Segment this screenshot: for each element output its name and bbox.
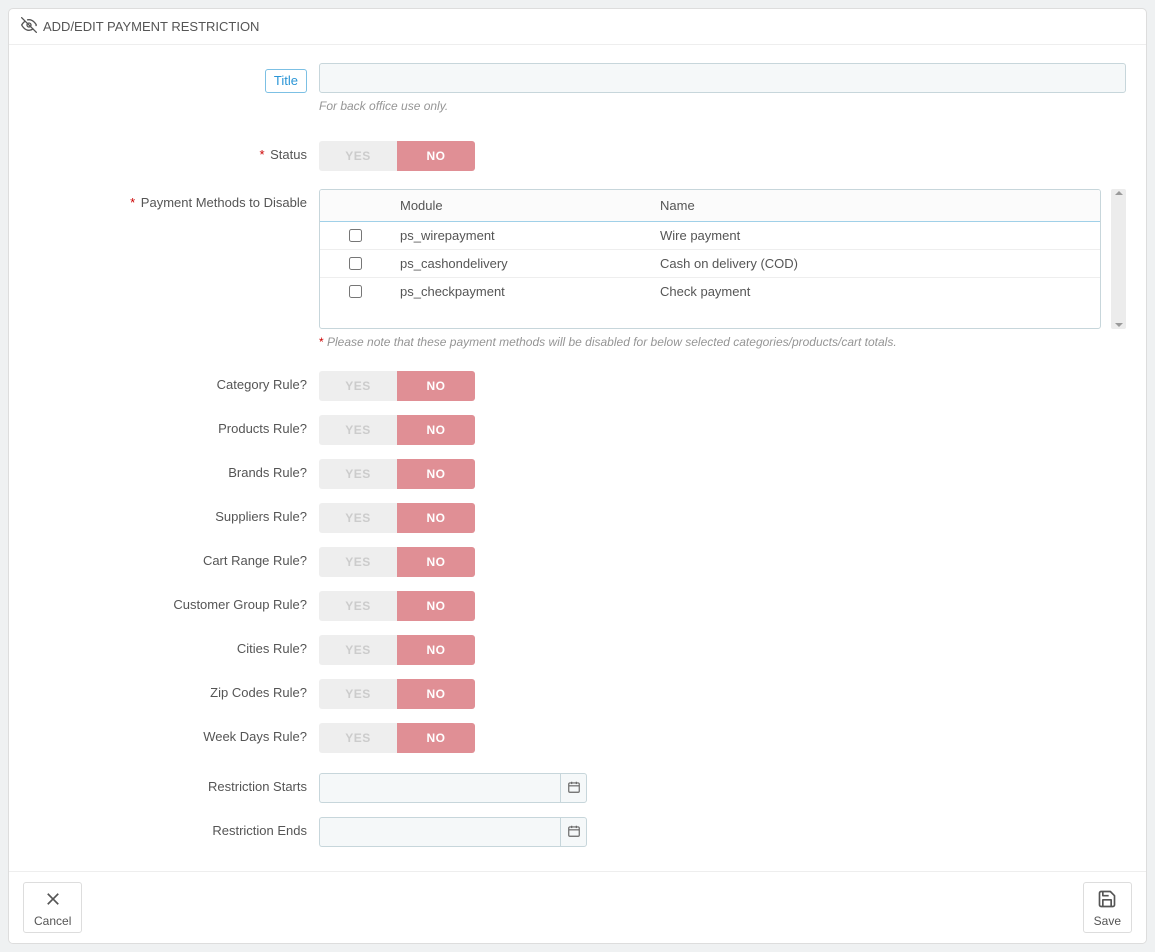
zipcodes-rule-label: Zip Codes Rule?: [29, 679, 319, 700]
status-group: * Status YES NO: [29, 141, 1126, 171]
status-toggle[interactable]: YES NO: [319, 141, 475, 171]
category-yes[interactable]: YES: [319, 371, 397, 401]
pm-module: ps_wirepayment: [390, 222, 650, 250]
pm-checkbox[interactable]: [349, 257, 362, 270]
table-row: ps_checkpaymentCheck payment: [320, 278, 1100, 306]
brands-rule-group: Brands Rule?YESNO: [29, 459, 1126, 489]
restriction-starts-input[interactable]: [319, 773, 560, 803]
category-rule-group: Category Rule?YESNO: [29, 371, 1126, 401]
products-rule-toggle[interactable]: YESNO: [319, 415, 475, 445]
pm-col-module: Module: [390, 190, 650, 222]
restriction-ends-input[interactable]: [319, 817, 560, 847]
customergroup-no[interactable]: NO: [397, 591, 475, 621]
zipcodes-yes[interactable]: YES: [319, 679, 397, 709]
title-input[interactable]: [319, 63, 1126, 93]
payment-methods-table: Module Name ps_wirepaymentWire paymentps…: [320, 190, 1100, 305]
title-help: For back office use only.: [319, 99, 1126, 113]
payment-methods-label: * Payment Methods to Disable: [29, 189, 319, 210]
cities-rule-toggle[interactable]: YESNO: [319, 635, 475, 665]
suppliers-no[interactable]: NO: [397, 503, 475, 533]
cartrange-no[interactable]: NO: [397, 547, 475, 577]
status-no[interactable]: NO: [397, 141, 475, 171]
pm-col-name: Name: [650, 190, 1100, 222]
cities-yes[interactable]: YES: [319, 635, 397, 665]
panel-title: ADD/EDIT PAYMENT RESTRICTION: [43, 19, 259, 34]
suppliers-rule-toggle[interactable]: YESNO: [319, 503, 475, 533]
calendar-icon: [567, 780, 581, 797]
restriction-starts-group: Restriction Starts: [29, 773, 1126, 803]
payment-methods-table-box: Module Name ps_wirepaymentWire paymentps…: [319, 189, 1101, 329]
zipcodes-no[interactable]: NO: [397, 679, 475, 709]
products-yes[interactable]: YES: [319, 415, 397, 445]
cancel-label: Cancel: [34, 914, 71, 928]
products-rule-label: Products Rule?: [29, 415, 319, 436]
scroll-up-icon[interactable]: [1115, 191, 1123, 195]
category-no[interactable]: NO: [397, 371, 475, 401]
restriction-ends-calendar-button[interactable]: [560, 817, 587, 847]
cities-rule-label: Cities Rule?: [29, 635, 319, 656]
weekdays-rule-toggle[interactable]: YESNO: [319, 723, 475, 753]
pm-checkbox[interactable]: [349, 285, 362, 298]
calendar-icon: [567, 824, 581, 841]
payment-methods-group: * Payment Methods to Disable Module Name: [29, 189, 1126, 349]
products-no[interactable]: NO: [397, 415, 475, 445]
status-yes[interactable]: YES: [319, 141, 397, 171]
title-label-wrap: Title: [29, 63, 319, 93]
cartrange-yes[interactable]: YES: [319, 547, 397, 577]
panel-body: Title For back office use only. * Status…: [9, 45, 1146, 871]
panel: ADD/EDIT PAYMENT RESTRICTION Title For b…: [8, 8, 1147, 944]
customergroup-rule-toggle[interactable]: YESNO: [319, 591, 475, 621]
restriction-ends-label: Restriction Ends: [29, 817, 319, 838]
weekdays-no[interactable]: NO: [397, 723, 475, 753]
eye-slash-icon: [21, 17, 37, 36]
suppliers-yes[interactable]: YES: [319, 503, 397, 533]
zipcodes-rule-toggle[interactable]: YESNO: [319, 679, 475, 709]
save-label: Save: [1094, 914, 1121, 928]
restriction-starts-label: Restriction Starts: [29, 773, 319, 794]
pm-col-checkbox: [320, 190, 390, 222]
restriction-ends-group: Restriction Ends: [29, 817, 1126, 847]
customergroup-rule-group: Customer Group Rule?YESNO: [29, 591, 1126, 621]
cities-no[interactable]: NO: [397, 635, 475, 665]
table-row: ps_wirepaymentWire payment: [320, 222, 1100, 250]
scrollbar[interactable]: [1111, 189, 1126, 329]
status-label: * Status: [29, 141, 319, 162]
pm-name: Cash on delivery (COD): [650, 250, 1100, 278]
weekdays-rule-group: Week Days Rule?YESNO: [29, 723, 1126, 753]
brands-no[interactable]: NO: [397, 459, 475, 489]
payment-methods-help: * Please note that these payment methods…: [319, 335, 1126, 349]
brands-rule-toggle[interactable]: YESNO: [319, 459, 475, 489]
panel-heading: ADD/EDIT PAYMENT RESTRICTION: [9, 9, 1146, 45]
cartrange-rule-group: Cart Range Rule?YESNO: [29, 547, 1126, 577]
panel-footer: Cancel Save: [9, 871, 1146, 943]
products-rule-group: Products Rule?YESNO: [29, 415, 1126, 445]
category-rule-label: Category Rule?: [29, 371, 319, 392]
customergroup-yes[interactable]: YES: [319, 591, 397, 621]
weekdays-yes[interactable]: YES: [319, 723, 397, 753]
category-rule-toggle[interactable]: YESNO: [319, 371, 475, 401]
customergroup-rule-label: Customer Group Rule?: [29, 591, 319, 612]
zipcodes-rule-group: Zip Codes Rule?YESNO: [29, 679, 1126, 709]
pm-module: ps_cashondelivery: [390, 250, 650, 278]
pm-checkbox[interactable]: [349, 229, 362, 242]
restriction-starts-calendar-button[interactable]: [560, 773, 587, 803]
cartrange-rule-toggle[interactable]: YESNO: [319, 547, 475, 577]
pm-module: ps_checkpayment: [390, 278, 650, 306]
suppliers-rule-label: Suppliers Rule?: [29, 503, 319, 524]
brands-rule-label: Brands Rule?: [29, 459, 319, 480]
weekdays-rule-label: Week Days Rule?: [29, 723, 319, 744]
pm-name: Check payment: [650, 278, 1100, 306]
title-label[interactable]: Title: [265, 69, 307, 93]
title-group: Title For back office use only.: [29, 63, 1126, 113]
cancel-button[interactable]: Cancel: [23, 882, 82, 933]
table-row: ps_cashondeliveryCash on delivery (COD): [320, 250, 1100, 278]
save-button[interactable]: Save: [1083, 882, 1132, 933]
cities-rule-group: Cities Rule?YESNO: [29, 635, 1126, 665]
brands-yes[interactable]: YES: [319, 459, 397, 489]
suppliers-rule-group: Suppliers Rule?YESNO: [29, 503, 1126, 533]
pm-name: Wire payment: [650, 222, 1100, 250]
cartrange-rule-label: Cart Range Rule?: [29, 547, 319, 568]
scroll-down-icon[interactable]: [1115, 323, 1123, 327]
